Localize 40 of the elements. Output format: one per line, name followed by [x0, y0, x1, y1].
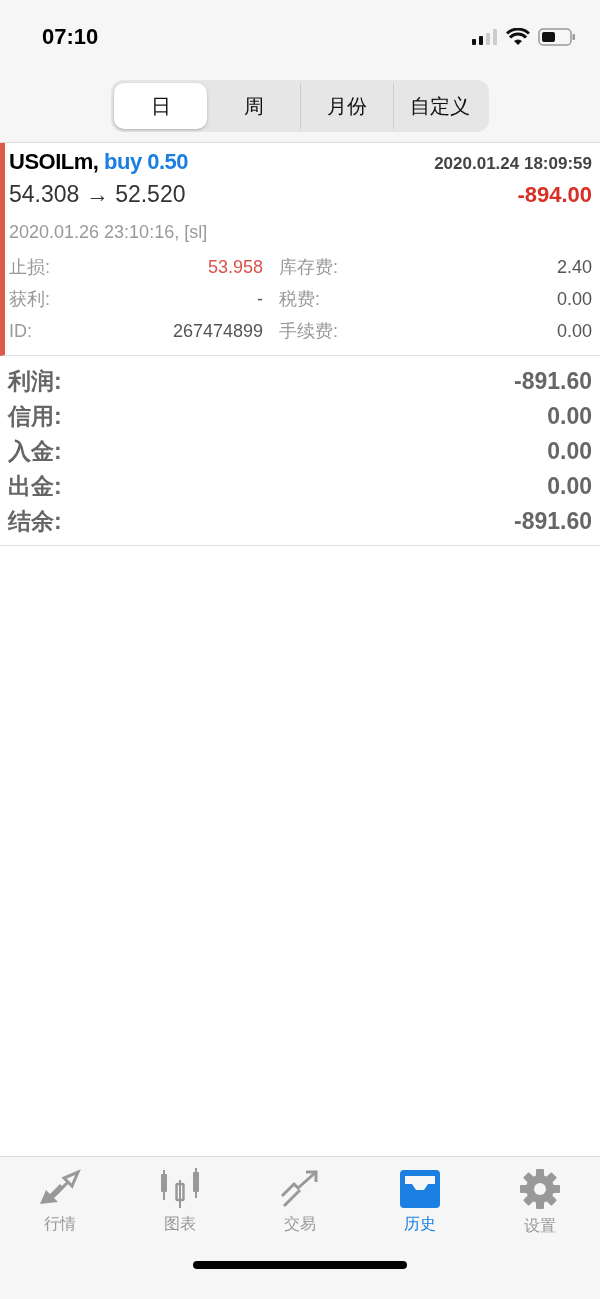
detail-value: 267474899 — [172, 320, 263, 342]
settings-icon — [518, 1168, 562, 1210]
detail-value: 53.958 — [207, 256, 263, 278]
detail-value: - — [257, 288, 263, 310]
candlestick-icon — [158, 1168, 202, 1208]
signal-icon — [472, 29, 498, 45]
trade-profit: -894.00 — [517, 182, 592, 208]
summary-label: 入金: — [8, 437, 62, 466]
detail-label: 止损: — [9, 256, 50, 279]
summary-value: 0.00 — [547, 438, 592, 465]
summary-label: 利润: — [8, 367, 62, 396]
summary-value: 0.00 — [547, 473, 592, 500]
detail-label: 库存费: — [279, 256, 338, 279]
price-range: 54.308 → 52.520 — [9, 181, 186, 208]
trade-title: USOILm, buy 0.50 — [9, 149, 189, 175]
tab-bar-item[interactable]: 历史 — [380, 1167, 460, 1236]
detail-value: 0.00 — [556, 288, 592, 310]
battery-icon — [538, 28, 576, 46]
status-time: 07:10 — [42, 24, 99, 50]
summary-label: 信用: — [8, 402, 62, 431]
summary-value: 0.00 — [547, 403, 592, 430]
period-tab[interactable]: 日 — [114, 83, 207, 129]
period-tab[interactable]: 月份 — [300, 83, 393, 129]
trade-card[interactable]: USOILm, buy 0.50 2020.01.24 18:09:59 54.308 → 52.520 -894.00 2020.01.26 23:10:16, [sl] 止损: 53.958 获利: - ID: 267474899 库存费: 2.40 税费: 0.00 手续费: 0.00 — [0, 143, 600, 356]
detail-label: 税费: — [279, 288, 320, 311]
detail-label: ID: — [9, 320, 32, 342]
wifi-icon — [506, 28, 530, 46]
open-time: 2020.01.24 18:09:59 — [434, 154, 592, 174]
summary-value: -891.60 — [514, 368, 592, 395]
inbox-tray-icon — [398, 1168, 442, 1208]
detail-value: 2.40 — [556, 256, 592, 278]
detail-value: 0.00 — [556, 320, 592, 342]
close-info: 2020.01.26 23:10:16, [sl] — [9, 222, 209, 243]
summary-value: -891.60 — [514, 508, 592, 535]
detail-label: 获利: — [9, 288, 50, 311]
period-tab[interactable]: 自定义 — [393, 83, 486, 129]
summary-label: 结余: — [8, 507, 62, 536]
detail-label: 手续费: — [279, 320, 338, 343]
summary-label: 出金: — [8, 472, 62, 501]
period-tab[interactable]: 周 — [207, 83, 300, 129]
